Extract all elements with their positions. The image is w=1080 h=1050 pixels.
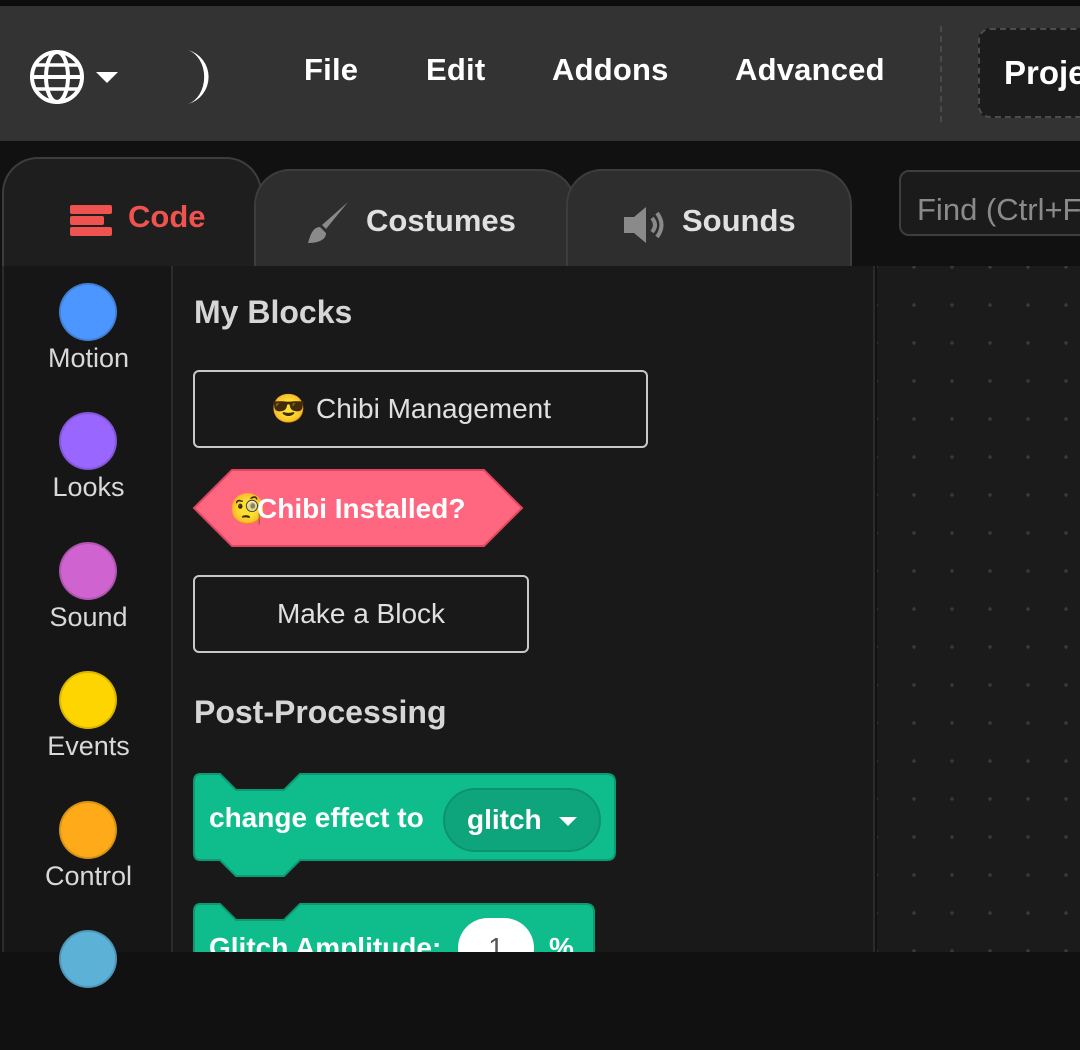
category-events[interactable]: Events xyxy=(4,671,173,791)
language-dropdown-icon[interactable] xyxy=(96,72,118,83)
paintbrush-icon xyxy=(308,202,348,243)
menu-file[interactable]: File xyxy=(304,52,358,88)
moon-icon[interactable] xyxy=(180,46,228,108)
effect-dropdown[interactable]: glitch xyxy=(443,788,601,852)
glitch-amplitude-label: Glitch Amplitude: xyxy=(209,932,442,952)
category-control[interactable]: Control xyxy=(4,801,173,921)
sunglasses-emoji: 😎 xyxy=(271,393,306,424)
post-processing-title: Post-Processing xyxy=(194,694,447,730)
motion-color-dot xyxy=(59,283,117,341)
tab-code-label: Code xyxy=(128,199,206,234)
code-blocks-icon xyxy=(70,205,112,236)
category-menu: Motion Looks Sound Events Control xyxy=(2,266,173,988)
sensing-color-dot xyxy=(59,930,117,988)
find-input[interactable] xyxy=(899,170,1080,236)
percent-unit-label: % xyxy=(549,932,574,952)
my-blocks-title: My Blocks xyxy=(194,294,353,330)
looks-color-dot xyxy=(59,412,117,470)
tab-sounds-label: Sounds xyxy=(682,203,796,238)
category-label: Control xyxy=(44,861,133,891)
effect-dropdown-value: glitch xyxy=(467,804,542,835)
tab-sounds[interactable]: Sounds xyxy=(566,169,852,279)
chibi-management-button[interactable]: 😎 Chibi Management xyxy=(193,370,648,448)
category-label: Looks xyxy=(52,472,125,502)
chibi-installed-label: Chibi Installed? xyxy=(257,493,466,524)
category-label: Sound xyxy=(49,602,128,632)
chevron-down-icon xyxy=(559,817,577,826)
speaker-icon xyxy=(624,207,664,243)
change-effect-label: change effect to xyxy=(209,802,424,833)
category-sensing[interactable] xyxy=(4,930,173,1050)
script-workspace[interactable] xyxy=(877,266,1080,952)
make-a-block-button[interactable]: Make a Block xyxy=(193,575,529,653)
events-color-dot xyxy=(59,671,117,729)
sound-color-dot xyxy=(59,542,117,600)
menu-addons[interactable]: Addons xyxy=(552,52,669,88)
tab-code[interactable]: Code xyxy=(2,157,262,267)
menu-edit[interactable]: Edit xyxy=(426,52,485,88)
menu-bar: File Edit Addons Advanced Proje xyxy=(0,6,1080,141)
category-sound[interactable]: Sound xyxy=(4,542,173,662)
project-title-input[interactable]: Proje xyxy=(978,28,1080,118)
tab-costumes-label: Costumes xyxy=(366,203,516,238)
category-looks[interactable]: Looks xyxy=(4,412,173,532)
category-motion[interactable]: Motion xyxy=(4,283,173,403)
chibi-management-label: Chibi Management xyxy=(316,393,552,424)
make-a-block-label: Make a Block xyxy=(276,598,446,629)
category-label: Motion xyxy=(47,343,130,373)
tab-costumes[interactable]: Costumes xyxy=(254,169,576,279)
category-label: Events xyxy=(47,731,130,761)
control-color-dot xyxy=(59,801,117,859)
globe-icon[interactable] xyxy=(28,48,86,106)
menu-divider xyxy=(940,26,942,122)
block-palette: My Blocks 😎 Chibi Management 🧐 Chibi Ins… xyxy=(173,266,875,952)
menu-advanced[interactable]: Advanced xyxy=(735,52,885,88)
